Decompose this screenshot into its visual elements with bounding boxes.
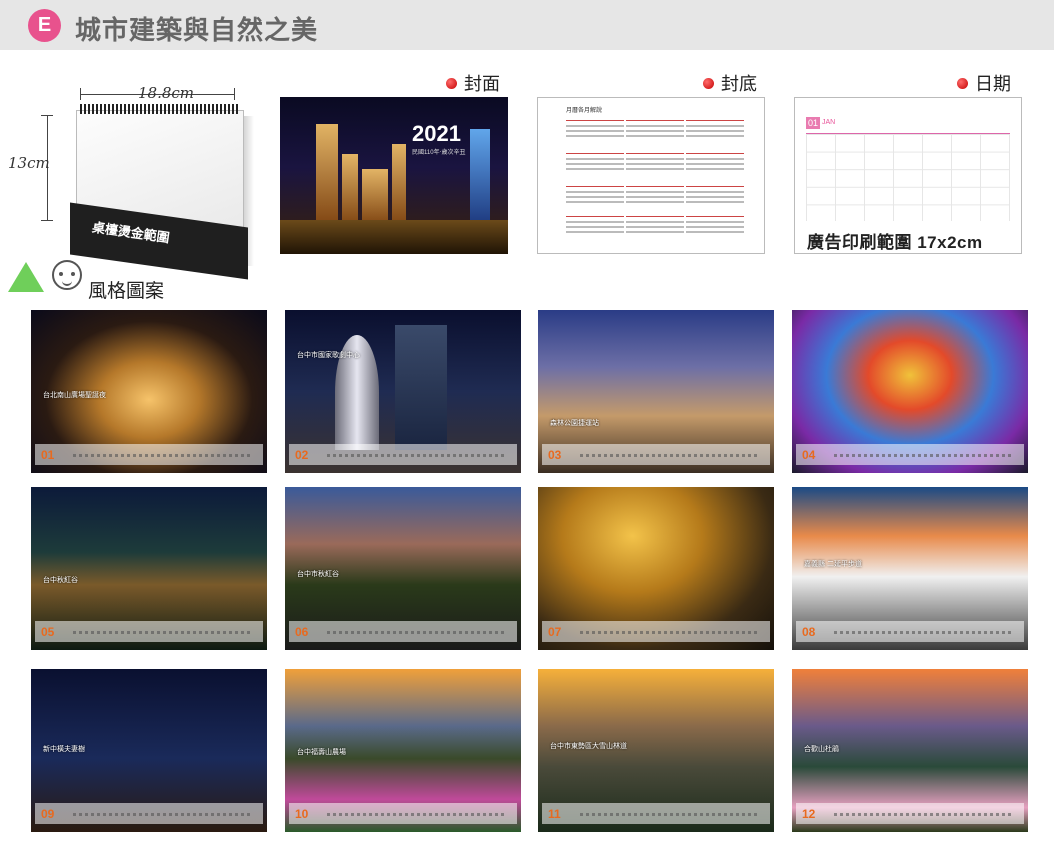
month-number: 06 [295,625,309,639]
month-thumb-01: 台北南山廣場聖誕夜 01 [31,310,267,473]
back-cover-image: 月曆各月解說 [537,97,765,254]
month-number: 04 [802,448,816,462]
cover-label: 封面 [446,70,500,96]
section-badge: E [28,9,61,42]
month-number: 12 [802,807,816,821]
date-page-image: 01 JAN 廣告印刷範圍 17x2cm [794,97,1022,254]
month-number: 01 [806,117,820,129]
ad-print-range: 廣告印刷範圍 17x2cm [807,233,983,252]
month-number: 08 [802,625,816,639]
style-pattern-label: 風格圖案 [8,258,228,302]
date-label: 日期 [957,70,1011,96]
triangle-icon [8,262,44,292]
back-label: 封底 [703,70,757,96]
calendar-grid [806,133,1010,221]
month-thumb-04: 04 [792,310,1028,473]
page-header: E 城市建築與自然之美 [0,0,1054,50]
binding-rings [80,104,240,114]
red-dot-icon [703,78,714,89]
month-number: 11 [548,807,561,821]
month-number: 07 [548,625,562,639]
height-dimension: 13cm [8,154,50,172]
month-thumb-10: 台中福壽山農場 10 [285,669,521,832]
back-title: 月曆各月解說 [566,108,603,114]
cover-year: 2021 [412,121,461,146]
month-thumb-11: 台中市東勢區大雪山林道 11 [538,669,774,832]
cover-image: 2021 民國110年‧歲次辛丑 [280,97,508,254]
month-thumb-08: 嘉義縣 二延平步道 08 [792,487,1028,650]
month-number: 05 [41,625,55,639]
month-number: 01 [41,448,55,462]
month-thumb-07: 07 [538,487,774,650]
month-thumb-09: 新中橫夫妻樹 09 [31,669,267,832]
month-thumb-05: 台中秋紅谷 05 [31,487,267,650]
month-thumb-12: 合歡山杜鵑 12 [792,669,1028,832]
month-number: 10 [295,807,309,821]
desk-calendar-illustration: 18.8cm 13cm 桌檯燙金範圍 [8,82,255,280]
cover-subtitle: 民國110年‧歲次辛丑 [412,150,466,156]
width-dimension: 18.8cm [138,84,195,102]
month-number: 09 [41,807,55,821]
red-dot-icon [957,78,968,89]
month-name: JAN [822,119,836,126]
calendar-stand: 桌檯燙金範圍 [70,104,254,280]
month-thumb-06: 台中市秋紅谷 06 [285,487,521,650]
month-thumb-03: 森林公園捷運站 03 [538,310,774,473]
girl-face-icon [52,260,82,290]
month-number: 02 [295,448,309,462]
red-dot-icon [446,78,457,89]
page-title: 城市建築與自然之美 [75,15,319,45]
month-number: 03 [548,448,562,462]
month-thumb-02: 台中市國家歌劇中心 02 [285,310,521,473]
